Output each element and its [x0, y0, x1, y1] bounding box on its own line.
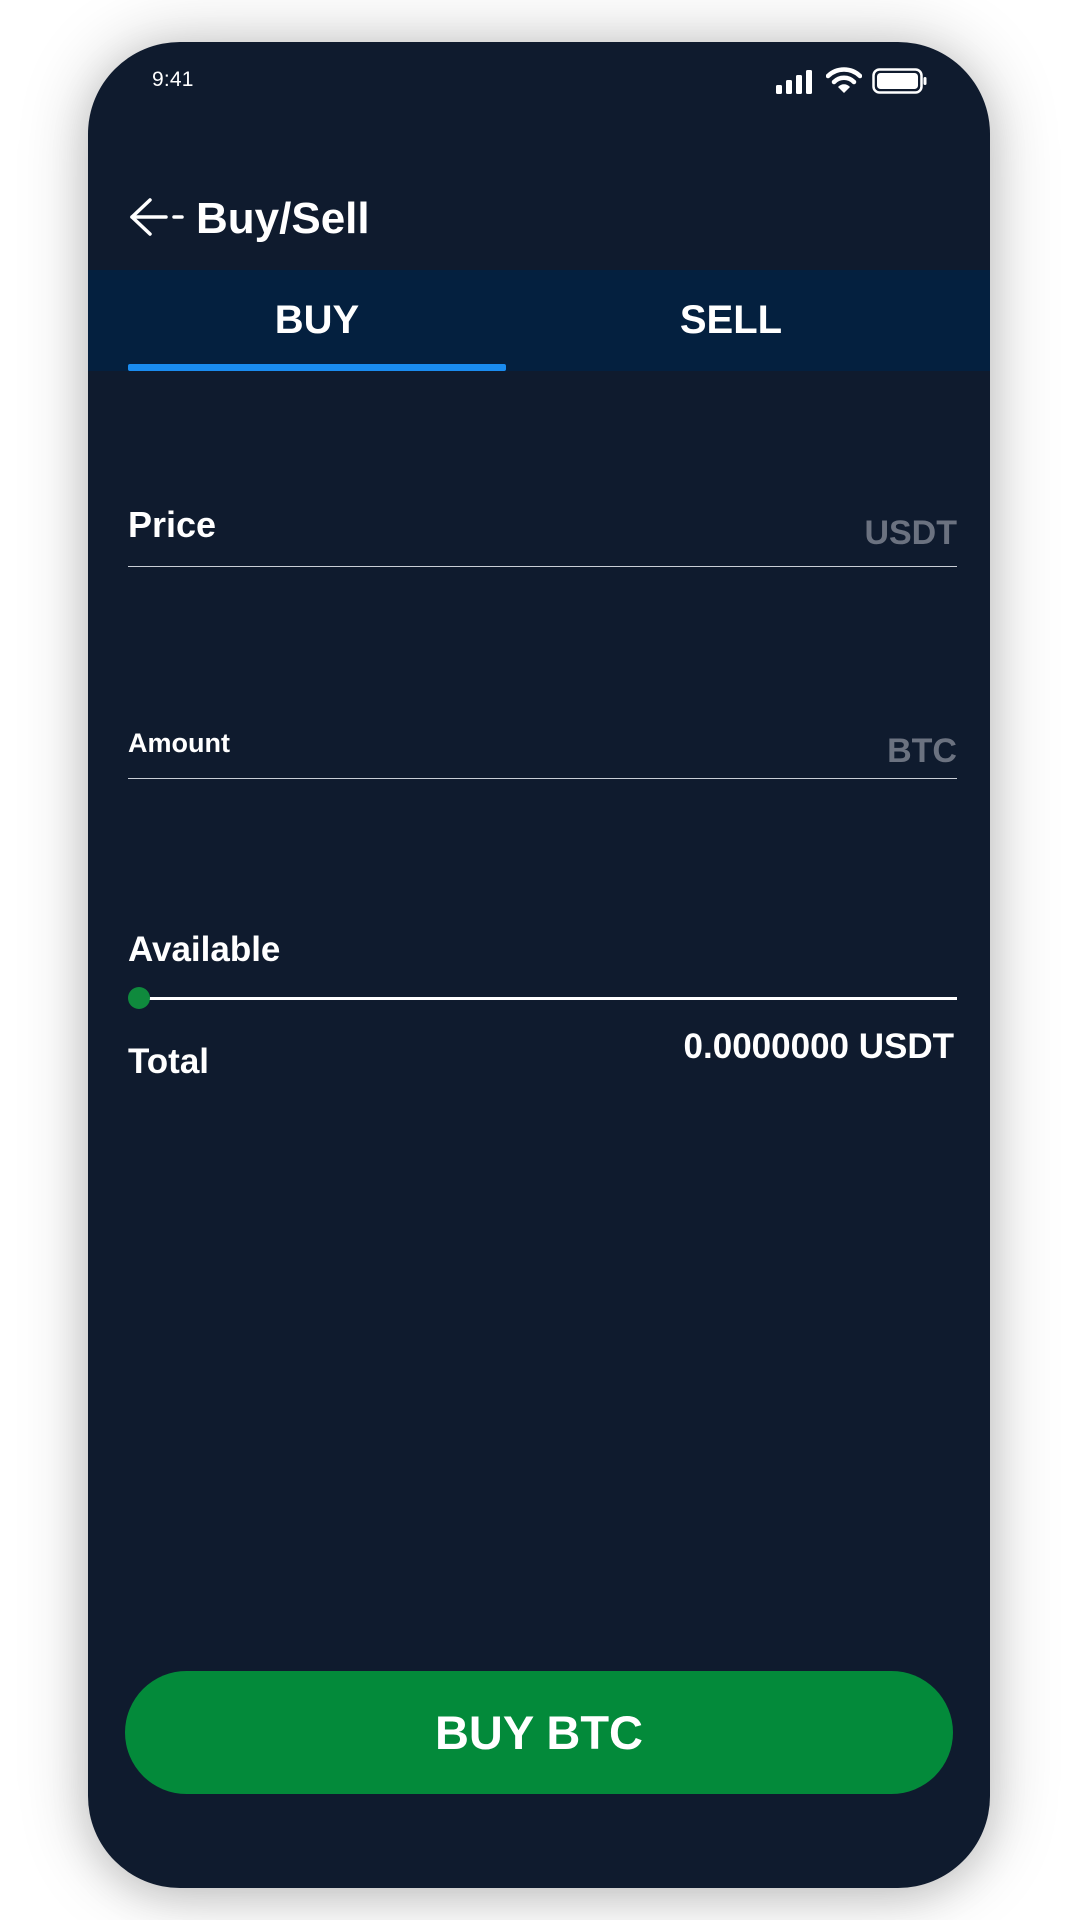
cellular-signal-icon	[776, 70, 814, 99]
page-title: Buy/Sell	[196, 194, 370, 243]
available-label: Available	[128, 930, 281, 969]
battery-icon	[872, 68, 928, 99]
active-tab-indicator	[128, 364, 506, 371]
slider-track	[138, 997, 957, 1000]
arrow-left-icon	[130, 198, 184, 236]
tab-sell[interactable]: SELL	[506, 270, 956, 371]
amount-input[interactable]	[268, 729, 832, 775]
amount-unit: BTC	[887, 732, 957, 770]
amount-field: Amount BTC	[128, 722, 957, 779]
price-label: Price	[128, 504, 217, 545]
wifi-icon	[825, 66, 863, 99]
amount-underline	[128, 778, 957, 779]
back-button[interactable]	[126, 192, 190, 242]
phone-screen: 9:41 Buy/Sell BUY SELL Price USDT Amount…	[88, 42, 990, 1888]
slider-thumb[interactable]	[128, 987, 150, 1009]
status-bar: 9:41	[88, 42, 990, 122]
amount-label: Amount	[128, 728, 230, 758]
price-underline	[128, 566, 957, 567]
price-field: Price USDT	[128, 504, 957, 567]
status-time: 9:41	[152, 68, 194, 91]
total-label: Total	[128, 1042, 210, 1081]
price-unit: USDT	[864, 514, 957, 552]
available-slider[interactable]	[128, 984, 957, 1012]
tab-buy[interactable]: BUY	[128, 270, 506, 371]
total-value: 0.0000000 USDT	[683, 1027, 954, 1066]
buy-sell-tabs: BUY SELL	[88, 270, 990, 371]
app-header: Buy/Sell	[88, 162, 990, 262]
buy-btc-button[interactable]: BUY BTC	[125, 1671, 953, 1794]
price-input[interactable]	[268, 517, 832, 563]
